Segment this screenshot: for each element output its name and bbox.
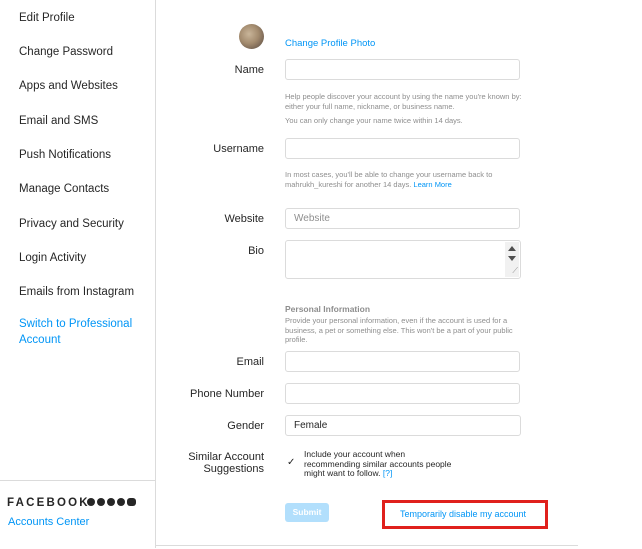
- phone-number-input[interactable]: [285, 383, 520, 404]
- messenger-icon: [97, 498, 105, 506]
- accounts-center-link[interactable]: Accounts Center: [8, 516, 89, 528]
- submit-button[interactable]: Submit: [285, 503, 329, 522]
- settings-sidebar: Edit Profile Change Password Apps and We…: [0, 0, 156, 548]
- temporarily-disable-account-link[interactable]: Temporarily disable my account: [400, 509, 526, 519]
- switch-to-professional-link[interactable]: Switch to Professional Account: [19, 316, 139, 348]
- sidebar-item-push-notifications[interactable]: Push Notifications: [19, 149, 111, 161]
- bio-textarea[interactable]: ⟋: [285, 240, 521, 279]
- sidebar-item-apps-and-websites[interactable]: Apps and Websites: [19, 80, 118, 92]
- portal-icon: [127, 498, 136, 506]
- name-change-limit-text: You can only change your name twice with…: [285, 116, 463, 125]
- sidebar-footer-divider: [0, 480, 155, 549]
- similar-help-link[interactable]: [?]: [383, 468, 392, 478]
- similar-check-text: Include your account when recommending s…: [304, 449, 452, 478]
- similar-label-line1: Similar Account: [188, 451, 264, 463]
- website-label: Website: [224, 213, 264, 225]
- scroll-down-icon[interactable]: [508, 256, 516, 261]
- resize-handle-icon[interactable]: ⟋: [512, 266, 518, 276]
- gender-label: Gender: [227, 420, 264, 432]
- bio-label: Bio: [248, 245, 264, 257]
- meta-apps-icons: [87, 498, 136, 506]
- personal-information-help: Provide your personal information, even …: [285, 316, 513, 344]
- sidebar-item-login-activity[interactable]: Login Activity: [19, 252, 86, 264]
- similar-suggestions-checkbox[interactable]: ✓: [287, 458, 297, 468]
- instagram-icon: [107, 498, 115, 506]
- sidebar-item-email-and-sms[interactable]: Email and SMS: [19, 115, 98, 127]
- personal-information-title: Personal Information: [285, 304, 371, 314]
- phone-number-label: Phone Number: [190, 388, 264, 400]
- name-help-text: Help people discover your account by usi…: [285, 92, 522, 111]
- email-input[interactable]: [285, 351, 520, 372]
- sidebar-item-privacy-and-security[interactable]: Privacy and Security: [19, 218, 124, 230]
- sidebar-item-change-password[interactable]: Change Password: [19, 46, 113, 58]
- gender-field[interactable]: Female: [285, 415, 521, 436]
- email-label: Email: [236, 356, 264, 368]
- learn-more-link[interactable]: Learn More: [413, 180, 451, 189]
- name-label: Name: [234, 64, 264, 76]
- username-help: In most cases, you'll be able to change …: [285, 170, 525, 189]
- username-input[interactable]: [285, 138, 520, 159]
- change-profile-photo-link[interactable]: Change Profile Photo: [285, 38, 375, 49]
- sidebar-item-manage-contacts[interactable]: Manage Contacts: [19, 183, 109, 195]
- bottom-divider: [156, 545, 578, 546]
- similar-label-line2: Suggestions: [203, 463, 264, 475]
- avatar[interactable]: [239, 24, 264, 49]
- similar-account-suggestions-label: Similar Account Suggestions: [154, 451, 264, 475]
- username-label: Username: [213, 143, 264, 155]
- website-input[interactable]: [285, 208, 520, 229]
- sidebar-item-edit-profile[interactable]: Edit Profile: [19, 12, 75, 24]
- sidebar-item-emails-from-instagram[interactable]: Emails from Instagram: [19, 286, 134, 298]
- name-input[interactable]: [285, 59, 520, 80]
- similar-suggestions-text: Include your account when recommending s…: [304, 449, 454, 479]
- whatsapp-icon: [117, 498, 125, 506]
- switch-pro-line1: Switch to Professional: [19, 318, 133, 330]
- username-help-text: In most cases, you'll be able to change …: [285, 170, 493, 189]
- scroll-up-icon[interactable]: [508, 246, 516, 251]
- facebook-icon: [87, 498, 95, 506]
- switch-pro-line2: Account: [19, 334, 61, 346]
- facebook-logo: FACEBOOK: [7, 497, 90, 509]
